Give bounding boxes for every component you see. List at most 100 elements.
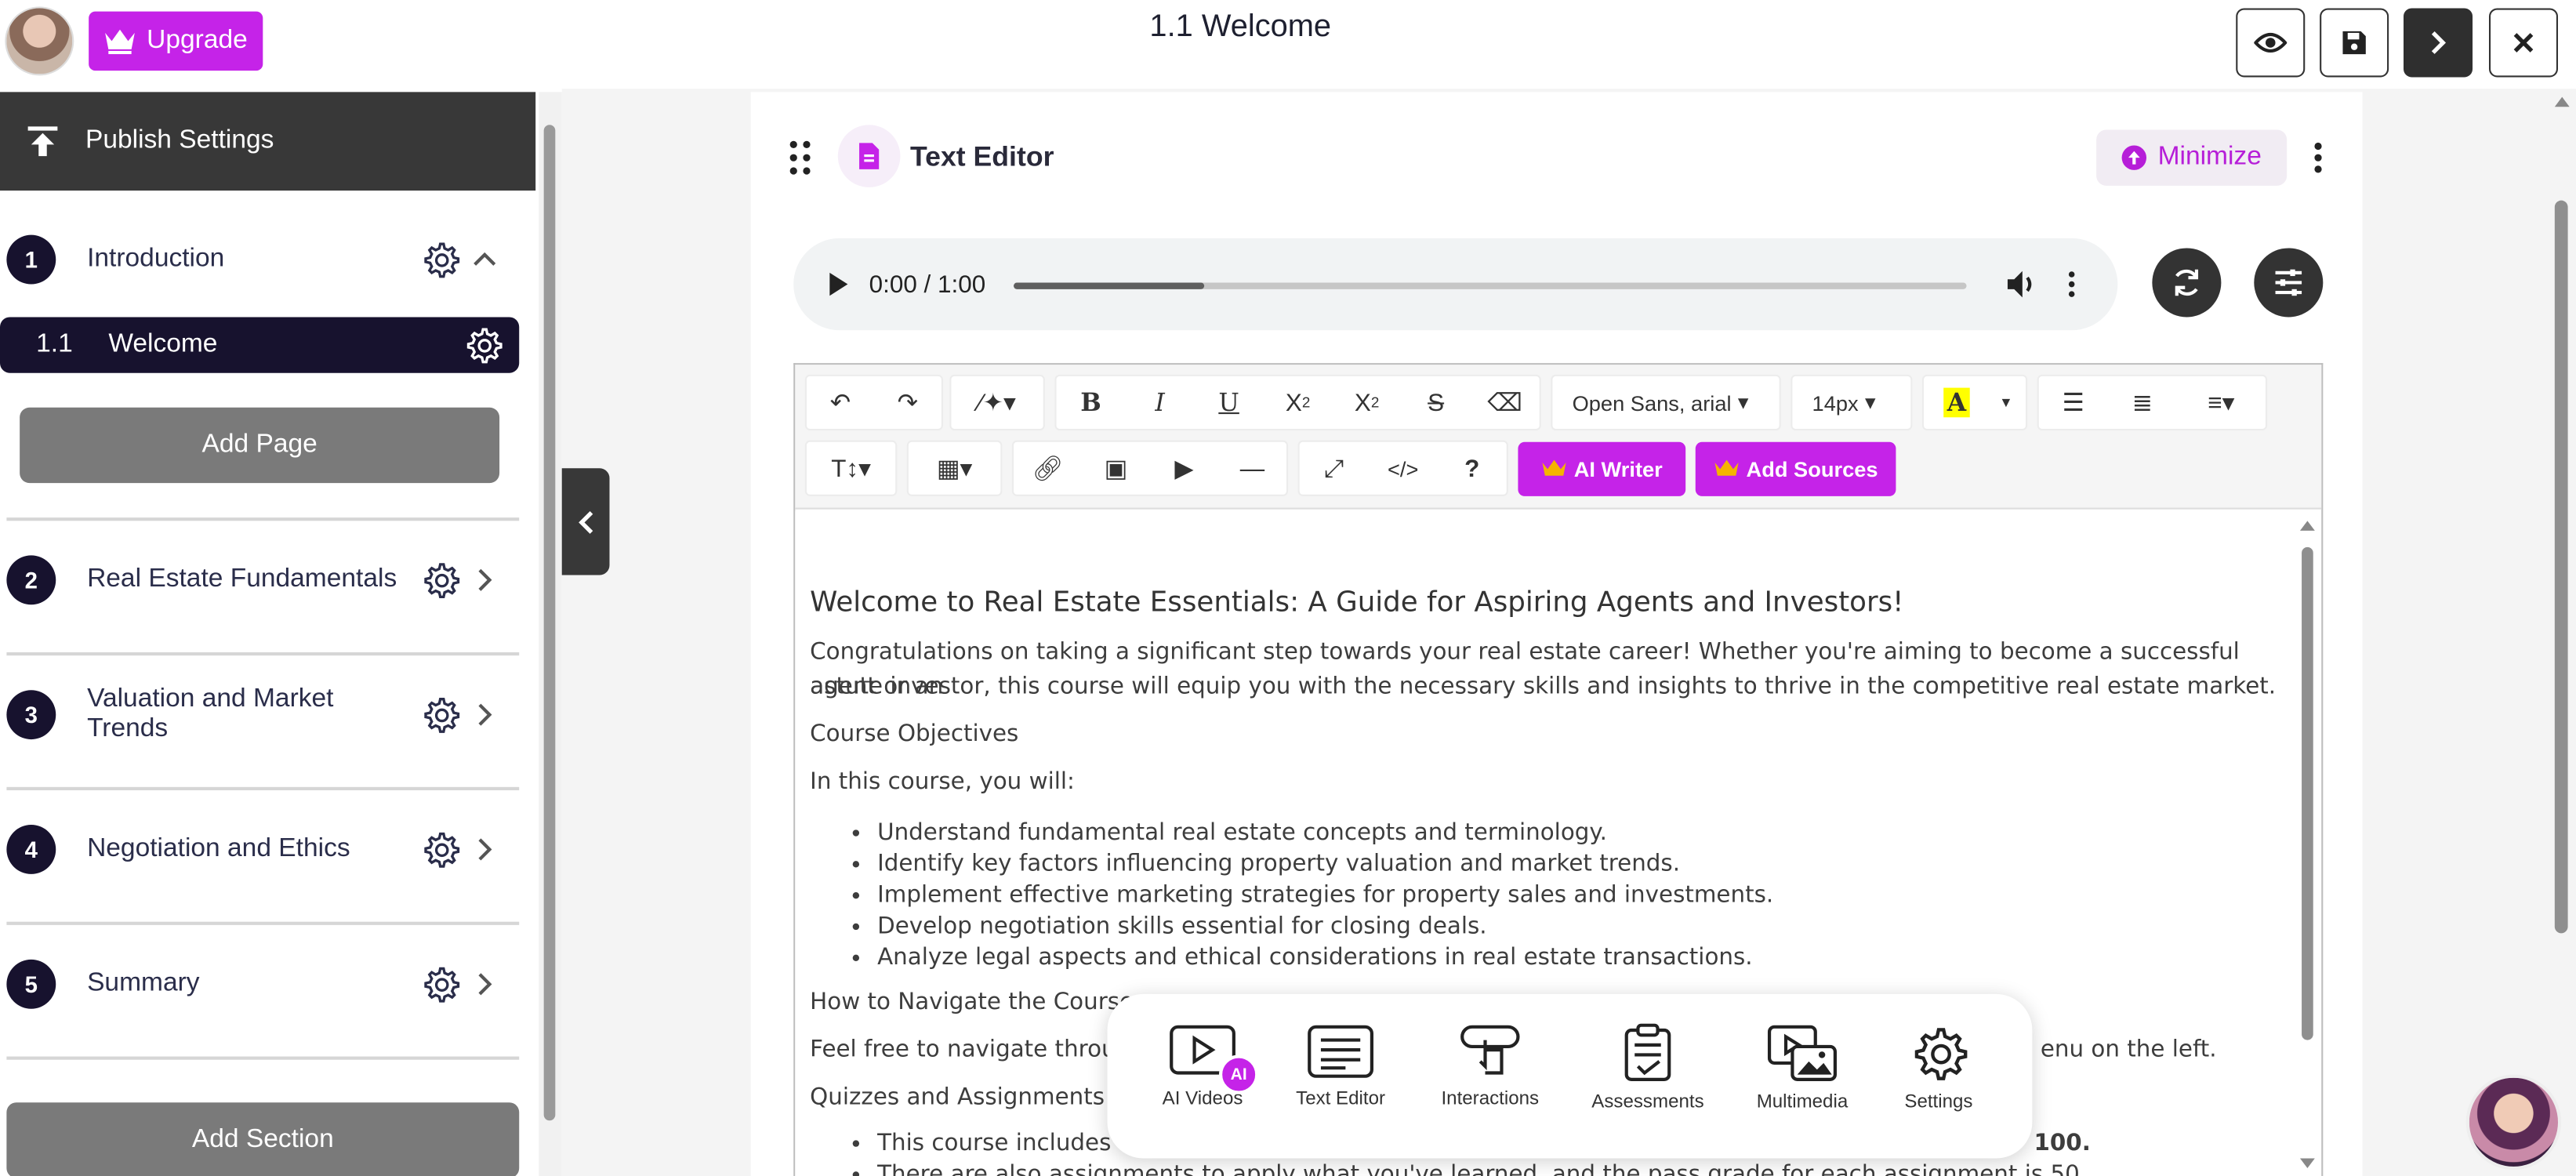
ai-writer-button[interactable]: AI Writer xyxy=(1518,442,1685,496)
dock-item-settings[interactable]: Settings xyxy=(1865,1024,2013,1112)
section-2-row[interactable]: 2 Real Estate Fundamentals xyxy=(0,544,519,616)
gear-icon[interactable] xyxy=(420,695,459,734)
chevron-up-icon[interactable] xyxy=(470,245,499,274)
more-options-icon[interactable] xyxy=(2303,138,2333,177)
gear-icon[interactable] xyxy=(420,240,459,279)
drag-handle-icon[interactable] xyxy=(785,138,815,177)
scroll-up-arrow-icon[interactable] xyxy=(2553,96,2571,109)
audio-player: 0:00 / 1:00 xyxy=(793,238,2117,330)
chevron-right-icon[interactable] xyxy=(470,700,499,730)
collapse-sidebar-button[interactable] xyxy=(562,468,610,575)
section-title: Summary xyxy=(87,969,420,999)
bold-icon[interactable]: B xyxy=(1057,375,1126,430)
help-icon[interactable]: ? xyxy=(1438,441,1507,496)
redo-icon[interactable]: ↷ xyxy=(874,375,942,430)
play-icon[interactable] xyxy=(826,271,849,298)
main-scrollbar-thumb[interactable] xyxy=(2555,201,2568,934)
gear-icon[interactable] xyxy=(420,561,459,600)
section-number: 4 xyxy=(6,825,56,874)
subscript-icon[interactable]: X2 xyxy=(1333,375,1402,430)
undo-icon[interactable]: ↶ xyxy=(807,375,874,430)
publish-settings-button[interactable]: Publish Settings xyxy=(0,92,535,191)
dock-label: Settings xyxy=(1904,1093,1972,1112)
dock-item-interactions[interactable]: Interactions xyxy=(1416,1024,1564,1109)
page-title: 1.1 Welcome xyxy=(985,10,1495,46)
navigate-text-end: enu on the left. xyxy=(2041,1033,2217,1068)
sidebar-scrollbar-thumb[interactable] xyxy=(544,125,556,1120)
divider xyxy=(6,1057,519,1060)
audio-time: 0:00 / 1:00 xyxy=(869,270,986,299)
magic-wand-icon[interactable]: ⁄✦▾ xyxy=(951,375,1043,430)
section-5-row[interactable]: 5 Summary xyxy=(0,948,519,1020)
crown-icon xyxy=(1541,459,1568,480)
font-family-select[interactable]: Open Sans, arial▾ xyxy=(1552,375,1768,430)
editor-scrollbar-thumb[interactable] xyxy=(2302,547,2313,1040)
section-1-row[interactable]: 1 Introduction xyxy=(0,223,519,296)
text-color-dropdown-icon[interactable]: ▾ xyxy=(1990,375,2023,430)
add-section-button[interactable]: Add Section xyxy=(6,1102,519,1176)
next-button[interactable] xyxy=(2404,8,2473,77)
superscript-icon[interactable]: X2 xyxy=(1264,375,1333,430)
more-options-icon[interactable] xyxy=(2065,270,2078,299)
scroll-down-arrow-icon[interactable] xyxy=(2298,1156,2317,1170)
page-item-welcome[interactable]: 1.1 Welcome xyxy=(0,317,519,372)
align-icon[interactable]: ≡▾ xyxy=(2177,375,2266,430)
close-button[interactable] xyxy=(2489,8,2558,77)
upgrade-button[interactable]: Upgrade xyxy=(89,12,263,71)
italic-icon[interactable]: I xyxy=(1126,375,1195,430)
chevron-right-icon[interactable] xyxy=(470,969,499,999)
preview-button[interactable] xyxy=(2236,8,2305,77)
font-size-select[interactable]: 14px▾ xyxy=(1792,375,1895,430)
code-view-icon[interactable]: </> xyxy=(1369,441,1438,496)
upload-icon xyxy=(0,123,85,159)
clear-format-icon[interactable]: ⌫ xyxy=(1471,375,1540,430)
user-avatar[interactable] xyxy=(5,6,74,75)
list-item: Understand fundamental real estate conce… xyxy=(877,818,1773,850)
minimize-button[interactable]: Minimize xyxy=(2096,130,2287,186)
interactions-icon xyxy=(1456,1024,1525,1080)
add-page-button[interactable]: Add Page xyxy=(20,408,499,483)
font-family-value: Open Sans, arial xyxy=(1573,390,1732,415)
text-style-icon[interactable]: T↕▾ xyxy=(807,441,895,496)
dock-item-multimedia[interactable]: Multimedia xyxy=(1729,1024,1877,1112)
assistant-avatar[interactable] xyxy=(2466,1075,2562,1171)
link-icon[interactable]: 🔗︎ xyxy=(1014,441,1082,496)
sliders-icon xyxy=(2272,268,2305,298)
add-sources-button[interactable]: Add Sources xyxy=(1696,442,1896,496)
audio-progress-track[interactable] xyxy=(1014,282,1967,289)
text-color-icon[interactable]: A xyxy=(1924,375,1990,430)
underline-icon[interactable]: U xyxy=(1195,375,1264,430)
bullet-list-icon[interactable]: ☰ xyxy=(2039,375,2108,430)
quizzes-heading: Quizzes and Assignments xyxy=(810,1081,1105,1116)
dock-item-text-editor[interactable]: Text Editor xyxy=(1267,1024,1415,1109)
regenerate-audio-button[interactable] xyxy=(2152,248,2221,317)
block-title: Text Editor xyxy=(910,141,1054,174)
refresh-icon xyxy=(2170,267,2203,299)
numbered-list-icon[interactable]: ≣ xyxy=(2108,375,2177,430)
section-3-row[interactable]: 3 Valuation and Market Trends xyxy=(0,679,519,751)
page-title-label: Welcome xyxy=(108,330,463,360)
divider xyxy=(6,922,519,925)
save-icon xyxy=(2341,30,2367,56)
audio-settings-button[interactable] xyxy=(2254,248,2323,317)
horizontal-rule-icon[interactable]: — xyxy=(1218,441,1286,496)
gear-icon[interactable] xyxy=(420,829,459,869)
gear-icon[interactable] xyxy=(420,964,459,1004)
volume-icon[interactable] xyxy=(2006,270,2039,299)
section-title: Negotiation and Ethics xyxy=(87,835,420,865)
section-4-row[interactable]: 4 Negotiation and Ethics xyxy=(0,813,519,885)
chevron-right-icon[interactable] xyxy=(470,835,499,865)
image-icon[interactable]: ▣ xyxy=(1082,441,1150,496)
strikethrough-icon[interactable]: S xyxy=(1402,375,1471,430)
upgrade-label: Upgrade xyxy=(147,27,248,56)
table-icon[interactable]: ▦▾ xyxy=(909,441,1000,496)
quiz-item-start: This course includes q xyxy=(877,1131,1133,1157)
dock-item-assessments[interactable]: Assessments xyxy=(1574,1024,1722,1112)
chevron-right-icon[interactable] xyxy=(470,565,499,595)
scroll-up-arrow-icon[interactable] xyxy=(2298,519,2317,532)
fullscreen-icon[interactable]: ⤢ xyxy=(1300,441,1369,496)
section-number: 1 xyxy=(6,235,56,285)
gear-icon[interactable] xyxy=(463,325,503,365)
video-icon[interactable]: ▶︎ xyxy=(1150,441,1218,496)
save-button[interactable] xyxy=(2320,8,2389,77)
